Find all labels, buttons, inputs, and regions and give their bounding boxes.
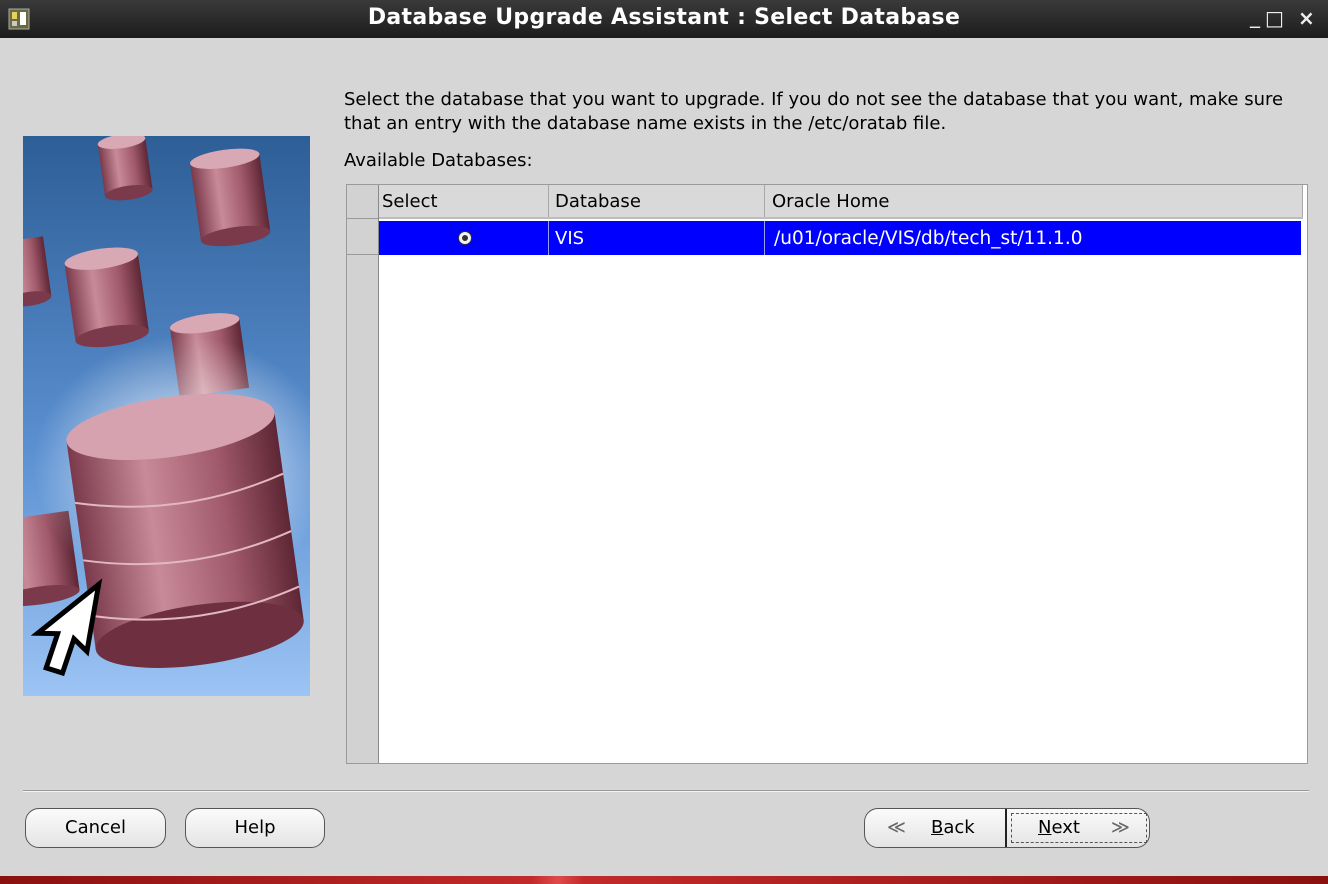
available-databases-label: Available Databases: bbox=[344, 150, 533, 171]
maximize-icon[interactable]: □ bbox=[1265, 6, 1284, 30]
row-header-column bbox=[347, 185, 379, 763]
table-corner bbox=[347, 185, 378, 219]
table-header: Select Database Oracle Home bbox=[379, 185, 1303, 219]
column-header-database[interactable]: Database bbox=[549, 185, 765, 217]
next-arrow-icon: ≫ bbox=[1111, 817, 1130, 838]
back-arrow-icon: ≪ bbox=[887, 817, 906, 838]
taskbar-strip bbox=[0, 876, 1328, 884]
column-header-select[interactable]: Select bbox=[379, 185, 549, 217]
close-icon[interactable]: × bbox=[1298, 6, 1315, 30]
instruction-text: Select the database that you want to upg… bbox=[344, 89, 1284, 134]
window-title: Database Upgrade Assistant : Select Data… bbox=[367, 5, 961, 30]
navigation-buttons: ≪ Back Next ≫ bbox=[864, 808, 1150, 848]
database-illustration bbox=[23, 136, 310, 696]
column-header-oracle-home[interactable]: Oracle Home bbox=[765, 185, 1303, 217]
minimize-icon[interactable]: _ bbox=[1250, 4, 1260, 28]
table-row[interactable]: VIS /u01/oracle/VIS/db/tech_st/11.1.0 bbox=[379, 221, 1301, 255]
next-button-label: Next bbox=[1038, 817, 1080, 838]
back-button-label: Back bbox=[931, 817, 975, 838]
cancel-button[interactable]: Cancel bbox=[25, 808, 166, 848]
databases-table[interactable]: Select Database Oracle Home VIS /u01/ora… bbox=[346, 184, 1308, 764]
back-button[interactable]: ≪ Back bbox=[865, 809, 1005, 847]
next-button[interactable]: Next ≫ bbox=[1005, 809, 1151, 847]
footer-separator bbox=[23, 790, 1309, 792]
help-button[interactable]: Help bbox=[185, 808, 325, 848]
select-cell[interactable] bbox=[379, 221, 549, 255]
database-cell[interactable]: VIS bbox=[549, 221, 765, 255]
oracle-home-cell[interactable]: /u01/oracle/VIS/db/tech_st/11.1.0 bbox=[765, 221, 1301, 255]
radio-selected-icon[interactable] bbox=[458, 231, 472, 245]
window-titlebar[interactable]: Database Upgrade Assistant : Select Data… bbox=[0, 0, 1328, 38]
row-header[interactable] bbox=[347, 219, 378, 255]
